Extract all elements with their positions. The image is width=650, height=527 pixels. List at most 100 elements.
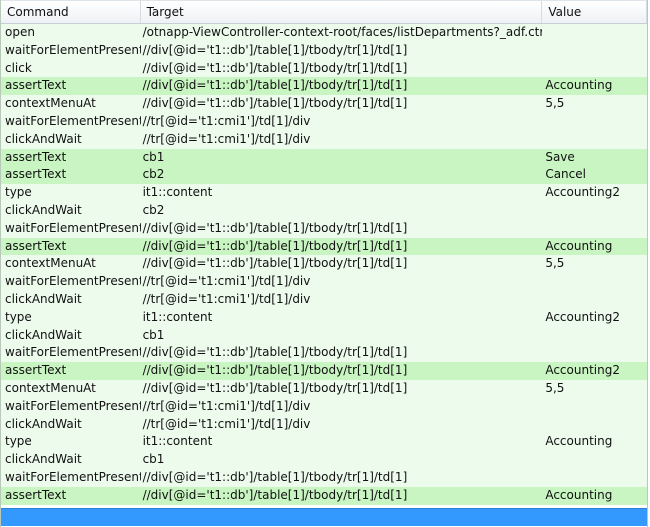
value-cell: 5,5	[545, 96, 565, 111]
command-cell: assertText	[5, 149, 67, 164]
table-row[interactable]: clickAndWait //tr[@id='t1:cmi1']/td[1]/di…	[1, 290, 647, 309]
command-cell: waitForElementPresent	[5, 274, 141, 289]
command-cell: waitForElementPresent	[5, 345, 141, 360]
command-cell: assertText	[5, 167, 67, 182]
table-row[interactable]: assertText cb1 Save	[1, 148, 647, 167]
table-row[interactable]: waitForElementPresent//div[@id='t1::db']…	[1, 344, 647, 363]
value-cell: Accounting	[545, 487, 613, 502]
value-cell: Accounting	[545, 434, 613, 449]
target-cell: //tr[@id='t1:cmi1']/td[1]/div	[142, 398, 311, 413]
command-cell: assertText	[5, 238, 67, 253]
table-row[interactable]: waitForElementPresent//div[@id='t1::db']…	[1, 41, 647, 60]
target-cell: //tr[@id='t1:cmi1']/td[1]/div	[142, 291, 311, 306]
table-row[interactable]: clickAndWait cb1	[1, 451, 647, 469]
command-cell: contextMenuAt	[5, 96, 96, 111]
value-cell	[542, 202, 647, 220]
target-cell: //tr[@id='t1:cmi1']/td[1]/div	[142, 131, 311, 146]
test-command-table: Command Target Value open/otnapp-ViewCon…	[0, 0, 648, 527]
value-cell: 5,5	[545, 256, 565, 271]
target-cell: //div[@id='t1::db']/table[1]/tbody/tr[1]…	[142, 380, 408, 395]
value-cell: Accounting2	[545, 363, 620, 378]
table-row[interactable]: clickAndWait //tr[@id='t1:cmi1']/td[1]/di…	[1, 415, 647, 434]
table-row[interactable]: waitForElementPresent//tr[@id='t1:cmi1']…	[1, 397, 647, 416]
command-cell: clickAndWait	[5, 202, 82, 217]
value-cell	[542, 60, 647, 78]
target-cell: //tr[@id='t1:cmi1']/td[1]/div	[142, 274, 311, 289]
target-cell: /otnapp-ViewController-context-root/face…	[142, 25, 543, 39]
command-cell: type	[5, 434, 32, 449]
table-row[interactable]: type it1::content Accounting2	[1, 184, 647, 202]
value-cell	[542, 451, 647, 469]
command-cell: clickAndWait	[5, 131, 82, 146]
table-row[interactable]: clickAndWait cb1	[1, 326, 647, 345]
command-cell: clickAndWait	[5, 416, 82, 431]
table-row[interactable]: type it1::content Accounting2	[1, 308, 647, 327]
target-cell: it1::content	[142, 434, 213, 449]
value-cell: Accounting2	[545, 185, 620, 200]
value-cell	[542, 416, 647, 434]
table-row[interactable]: waitForElementPresent//div[@id='t1::db']…	[1, 468, 647, 487]
target-cell: cb2	[142, 167, 165, 182]
command-cell: waitForElementPresent	[5, 113, 141, 128]
table-row[interactable]: contextMenuAt //div[@id='t1::db']/table[1…	[1, 255, 647, 274]
target-cell: //div[@id='t1::db']/table[1]/tbody/tr[1]…	[142, 469, 408, 484]
table-row[interactable]: contextMenuAt //div[@id='t1::db']/table[1…	[1, 95, 647, 113]
command-cell: assertText	[5, 363, 67, 378]
table-row[interactable]: clickAndWait //tr[@id='t1:cmi1']/td[1]/di…	[1, 130, 647, 149]
table-row[interactable]: waitForElementPresent//div[@id='t1::db']…	[1, 219, 647, 238]
target-cell: //tr[@id='t1:cmi1']/td[1]/div	[142, 113, 311, 128]
value-cell: Save	[545, 149, 575, 164]
table-row[interactable]: type it1::content Accounting	[1, 433, 647, 452]
target-cell: //div[@id='t1::db']/table[1]/tbody/tr[1]…	[142, 78, 408, 93]
table-row[interactable]: assertText //div[@id='t1::db']/table[1]/t…	[1, 486, 647, 505]
value-cell	[542, 113, 647, 131]
target-cell: cb1	[142, 452, 165, 467]
command-cell: click	[5, 60, 32, 75]
value-cell	[542, 327, 647, 345]
target-cell: //div[@id='t1::db']/table[1]/tbody/tr[1]…	[142, 256, 408, 271]
table-row[interactable]: assertText //div[@id='t1::db']/table[1]/t…	[1, 237, 647, 256]
table-row[interactable]: waitForElementPresent//tr[@id='t1:cmi1']…	[1, 273, 647, 291]
command-cell: type	[5, 309, 32, 324]
table-row[interactable]: waitForElementPresent//tr[@id='t1:cmi1']…	[1, 112, 647, 131]
value-cell	[542, 291, 647, 309]
target-cell: //div[@id='t1::db']/table[1]/tbody/tr[1]…	[142, 96, 408, 111]
target-cell: it1::content	[142, 309, 213, 324]
command-cell: clickAndWait	[5, 291, 82, 306]
table-row[interactable]: assertText cb2 Cancel	[1, 166, 647, 185]
value-cell	[542, 42, 647, 60]
command-cell: waitForElementPresent	[5, 469, 141, 484]
command-cell: waitForElementPresent	[5, 220, 141, 235]
command-cell: type	[5, 185, 32, 200]
value-cell	[542, 469, 647, 487]
table-row[interactable]: open/otnapp-ViewController-context-root/…	[1, 24, 647, 42]
target-cell: //tr[@id='t1:cmi1']/td[1]/div	[142, 416, 311, 431]
table-row[interactable]: assertText //div[@id='t1::db']/table[1]/t…	[1, 77, 647, 96]
target-cell: //div[@id='t1::db']/table[1]/tbody/tr[1]…	[142, 238, 408, 253]
value-cell	[542, 220, 647, 238]
target-cell: //div[@id='t1::db']/table[1]/tbody/tr[1]…	[142, 345, 408, 360]
value-cell: Accounting2	[545, 309, 620, 324]
value-cell: Accounting	[545, 78, 613, 93]
value-cell: Cancel	[545, 167, 586, 182]
command-cell: contextMenuAt	[5, 256, 96, 271]
target-cell: //div[@id='t1::db']/table[1]/tbody/tr[1]…	[142, 363, 408, 378]
value-cell	[542, 131, 647, 149]
table-row[interactable]: contextMenuAt //div[@id='t1::db']/table[1…	[1, 379, 647, 398]
command-cell: waitForElementPresent	[5, 398, 141, 413]
command-cell: assertText	[5, 487, 67, 502]
target-cell: //div[@id='t1::db']/table[1]/tbody/tr[1]…	[142, 42, 408, 57]
command-cell: contextMenuAt	[5, 380, 96, 395]
table-row[interactable]: clickAndWait cb2	[1, 201, 647, 220]
command-cell: open	[5, 25, 35, 39]
table-row[interactable]: assertText //div[@id='t1::db']/table[1]/t…	[1, 362, 647, 380]
target-cell: //div[@id='t1::db']/table[1]/tbody/tr[1]…	[142, 60, 408, 75]
selected-empty-row[interactable]	[1, 508, 647, 526]
column-header-command[interactable]: Command	[1, 1, 141, 23]
target-cell: it1::content	[142, 185, 213, 200]
table-row[interactable]: click //div[@id='t1::db']/table[1]/tbody/…	[1, 59, 647, 78]
table-header: Command Target Value	[1, 0, 647, 24]
command-cell: assertText	[5, 78, 67, 93]
column-header-value[interactable]: Value	[542, 1, 647, 23]
column-header-target[interactable]: Target	[141, 1, 543, 23]
